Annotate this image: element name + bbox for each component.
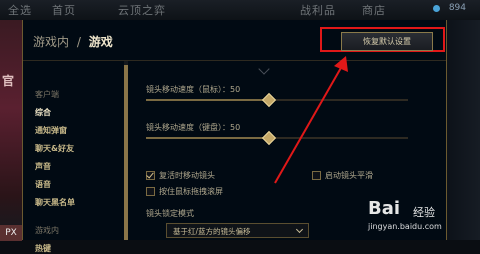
restore-defaults-button[interactable]: 恢复默认设置 [341, 32, 433, 51]
nav-item-home[interactable]: 首页 [52, 2, 76, 18]
camera-lock-mode-label: 镜头锁定模式 [146, 209, 194, 218]
settings-sidebar: 客户端 综合 通知弹窗 聊天&好友 声音 语音 聊天黑名单 游戏内 热键 [23, 61, 123, 253]
breadcrumb-separator: / [76, 35, 81, 49]
mouse-camera-speed-fill [146, 99, 268, 101]
mouse-camera-speed-slider-thumb[interactable] [261, 92, 277, 108]
currency-icon [433, 5, 440, 12]
watermark-url: jingyan.baidu.com [368, 222, 442, 231]
breadcrumb: 游戏内 / 游戏 [33, 33, 113, 50]
nav-item-loot[interactable]: 战利品 [300, 2, 336, 18]
background-text: 官 [2, 74, 15, 88]
keyboard-camera-speed-label: 镜头移动速度（键盘）：50 [146, 123, 241, 132]
sidebar-section-client: 客户端 [35, 90, 59, 99]
sidebar-item-hotkeys[interactable]: 热键 [35, 243, 51, 254]
sidebar-item-general[interactable]: 综合 [35, 107, 51, 118]
camera-lock-mode-value: 基于红/蓝方的镜头偏移 [173, 227, 251, 236]
move-camera-on-revive-label[interactable]: 复活时移动镜头 [159, 170, 215, 181]
sidebar-item-chat-friends[interactable]: 聊天&好友 [35, 143, 74, 154]
currency-count: 894 [448, 3, 466, 13]
watermark-brand: Bai [368, 198, 401, 219]
nav-item-store[interactable]: 商店 [362, 2, 386, 18]
mouse-camera-speed-label: 镜头移动速度（鼠标）：50 [146, 85, 241, 94]
sidebar-item-blocklist[interactable]: 聊天黑名单 [35, 197, 75, 208]
sidebar-section-ingame: 游戏内 [35, 226, 59, 235]
nav-item-tft[interactable]: 云顶之弈 [118, 2, 166, 18]
keyboard-camera-speed-slider-thumb[interactable] [261, 130, 277, 146]
camera-smoothing-checkbox[interactable] [312, 171, 321, 180]
background-panel-right [445, 20, 480, 240]
top-navigation: 全选 首页 云顶之弈 战利品 商店 894 [0, 0, 480, 21]
background-tag: PX [0, 225, 22, 241]
sidebar-item-voice[interactable]: 语音 [35, 179, 51, 190]
breadcrumb-current: 游戏 [88, 35, 113, 49]
dialog-header: 游戏内 / 游戏 恢复默认设置 [23, 20, 446, 61]
keyboard-camera-speed-fill [146, 137, 268, 139]
nav-item-select-all[interactable]: 全选 [8, 2, 32, 18]
chevron-down-icon[interactable] [258, 63, 270, 75]
chevron-down-icon [295, 225, 304, 234]
move-camera-on-revive-checkbox[interactable] [146, 171, 155, 180]
drag-scroll-label[interactable]: 按住鼠标拖拽滚屏 [159, 186, 223, 197]
background-panel-left: 官 PX [0, 20, 22, 241]
sidebar-item-notifications[interactable]: 通知弹窗 [35, 125, 67, 136]
sidebar-item-sound[interactable]: 声音 [35, 161, 51, 172]
drag-scroll-checkbox[interactable] [146, 187, 155, 196]
camera-smoothing-label[interactable]: 启动镜头平滑 [325, 170, 373, 181]
sidebar-scrollbar-thumb[interactable] [124, 65, 128, 240]
breadcrumb-parent[interactable]: 游戏内 [33, 35, 69, 49]
watermark-text: 经验 [413, 206, 435, 219]
camera-lock-mode-select[interactable]: 基于红/蓝方的镜头偏移 [166, 223, 309, 238]
